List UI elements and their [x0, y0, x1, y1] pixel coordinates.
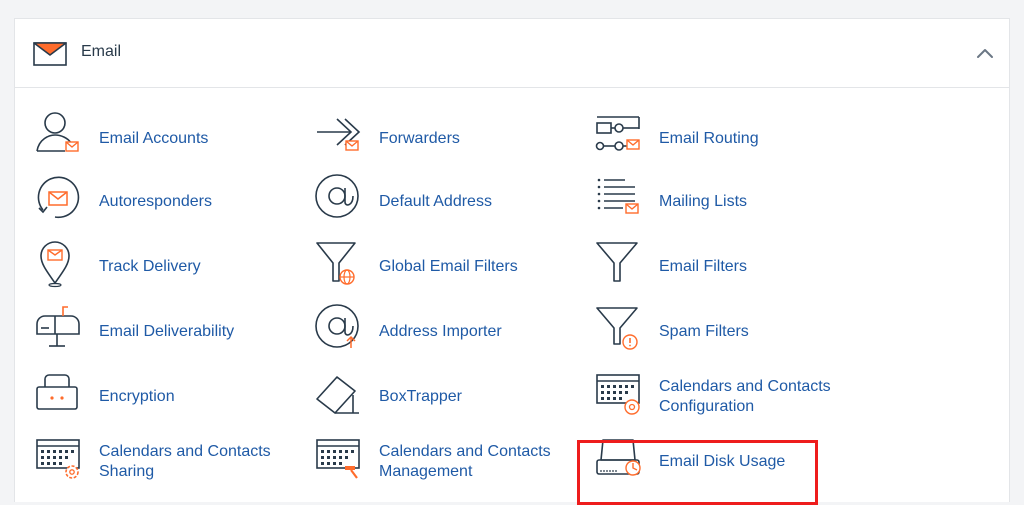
item-label: Email Routing [659, 130, 759, 147]
at-sign-icon [315, 174, 359, 218]
lock-icon [36, 374, 78, 410]
box-trap-icon [316, 376, 359, 414]
item-label: Calendars and Contacts Sharing [99, 443, 271, 480]
item-email-accounts[interactable]: Email Accounts [35, 111, 297, 167]
item-email-filters[interactable]: Email Filters [595, 239, 857, 295]
item-label: Forwarders [379, 130, 460, 147]
forward-arrow-icon [317, 118, 361, 151]
keyboard-hammer-icon [316, 439, 360, 479]
funnel-globe-icon [316, 242, 356, 285]
item-label: Track Delivery [99, 258, 201, 275]
item-address-importer[interactable]: Address Importer [315, 304, 577, 360]
item-label: Email Filters [659, 258, 748, 275]
item-label: BoxTrapper [379, 388, 462, 405]
item-calendars-contacts-sharing[interactable]: Calendars and Contacts Sharing [35, 434, 297, 490]
item-email-routing[interactable]: Email Routing [595, 111, 857, 167]
email-section-panel: Email Email Accounts Forwarders Email Ro… [14, 18, 1010, 505]
item-global-email-filters[interactable]: Global Email Filters [315, 239, 577, 295]
keyboard-at-icon [596, 374, 640, 415]
envelope-icon [33, 42, 67, 66]
item-email-deliverability[interactable]: Email Deliverability [35, 304, 297, 360]
user-email-icon [36, 112, 79, 152]
map-pin-email-icon [40, 241, 70, 288]
item-encryption[interactable]: Encryption [35, 369, 297, 425]
item-calendars-contacts-management[interactable]: Calendars and Contacts Management [315, 434, 577, 490]
item-forwarders[interactable]: Forwarders [315, 111, 577, 167]
section-title: Email [81, 43, 122, 60]
autoresponder-icon [37, 176, 80, 219]
item-label: Address Importer [379, 323, 502, 340]
item-label: Autoresponders [99, 193, 212, 210]
keyboard-gear-icon [36, 439, 80, 479]
item-autoresponders[interactable]: Autoresponders [35, 174, 297, 230]
item-label: Default Address [379, 193, 492, 210]
item-label: Calendars and Contacts Management [379, 443, 551, 480]
item-calendars-contacts-configuration[interactable]: Calendars and Contacts Configuration [595, 369, 857, 425]
item-label: Calendars and Contacts Configuration [659, 378, 831, 415]
item-mailing-lists[interactable]: Mailing Lists [595, 174, 857, 230]
item-label: Spam Filters [659, 323, 749, 340]
item-boxtrapper[interactable]: BoxTrapper [315, 369, 577, 425]
list-email-icon [597, 178, 639, 214]
item-label: Email Accounts [99, 130, 209, 147]
highlight-box [577, 440, 818, 505]
chevron-up-icon[interactable] [975, 45, 995, 61]
item-label: Email Deliverability [99, 323, 235, 340]
routing-icon [595, 116, 640, 151]
funnel-warning-icon [596, 307, 638, 350]
item-label: Global Email Filters [379, 258, 518, 275]
item-label: Mailing Lists [659, 193, 748, 210]
item-default-address[interactable]: Default Address [315, 174, 577, 230]
funnel-icon [596, 242, 638, 282]
item-label: Encryption [99, 388, 175, 405]
email-section-header[interactable]: Email [15, 19, 1009, 88]
item-spam-filters[interactable]: Spam Filters [595, 304, 857, 360]
at-import-icon [315, 304, 359, 348]
item-track-delivery[interactable]: Track Delivery [35, 239, 297, 295]
mailbox-icon [36, 306, 80, 347]
